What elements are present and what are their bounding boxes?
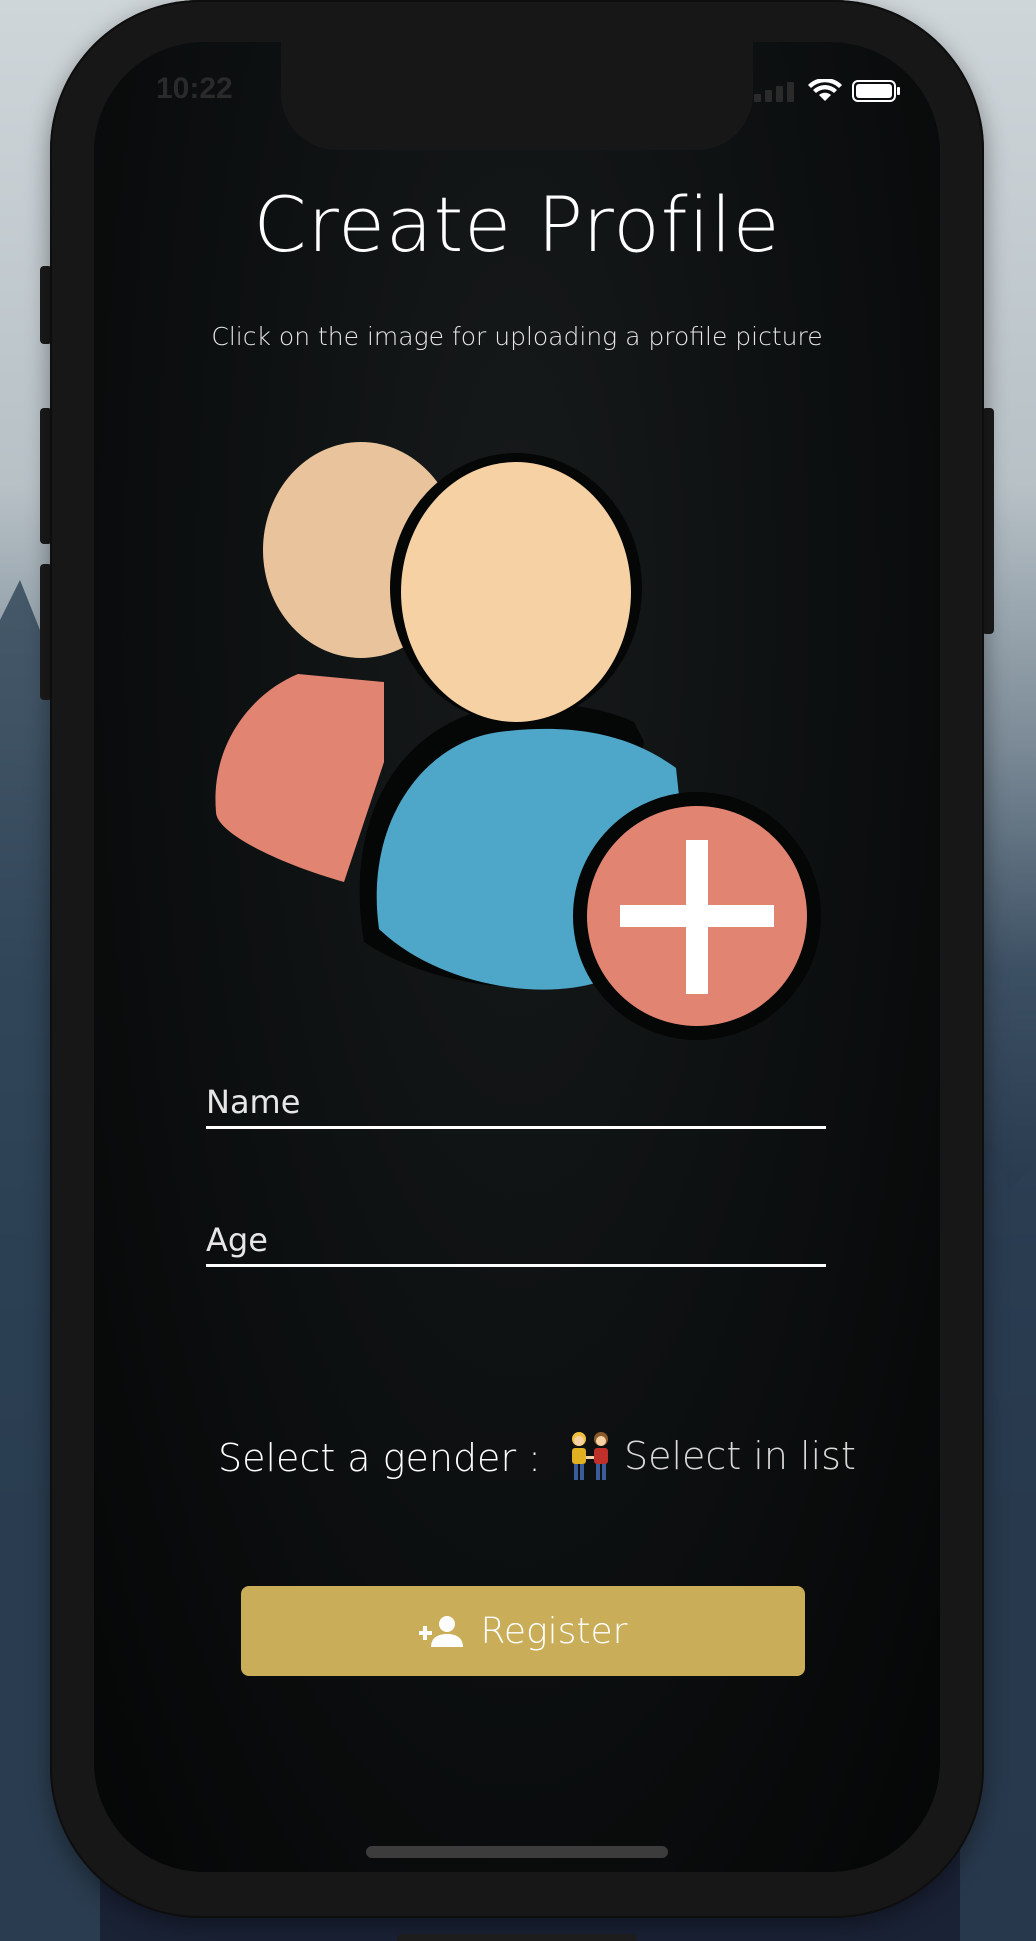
status-icons [754, 78, 902, 104]
status-time: 10:22 [156, 72, 233, 105]
register-button[interactable]: Register [241, 1586, 805, 1676]
gender-select-text: Select in list [624, 1434, 856, 1478]
person-add-icon [418, 1616, 463, 1647]
name-field [206, 1078, 826, 1129]
home-indicator[interactable] [366, 1846, 668, 1858]
battery-icon [852, 80, 900, 102]
gender-label: Select a gender : [218, 1436, 541, 1480]
page-title: Create Profile [253, 180, 781, 269]
app-screen: 10:22 Create Profile Click on the image … [94, 42, 940, 1872]
register-label: Register [480, 1610, 628, 1652]
age-field [206, 1216, 826, 1267]
couple-emoji-icon [572, 1432, 608, 1480]
age-input[interactable] [206, 1216, 826, 1264]
name-input[interactable] [206, 1078, 826, 1126]
signal-icon [754, 82, 794, 102]
gender-select[interactable]: Select in list [566, 1430, 856, 1482]
add-users-avatar-icon[interactable] [214, 442, 822, 1042]
wifi-icon [808, 79, 842, 101]
device-bottom-edge [397, 1934, 637, 1941]
notch [281, 42, 753, 150]
upload-instructions: Click on the image for uploading a profi… [211, 322, 823, 351]
